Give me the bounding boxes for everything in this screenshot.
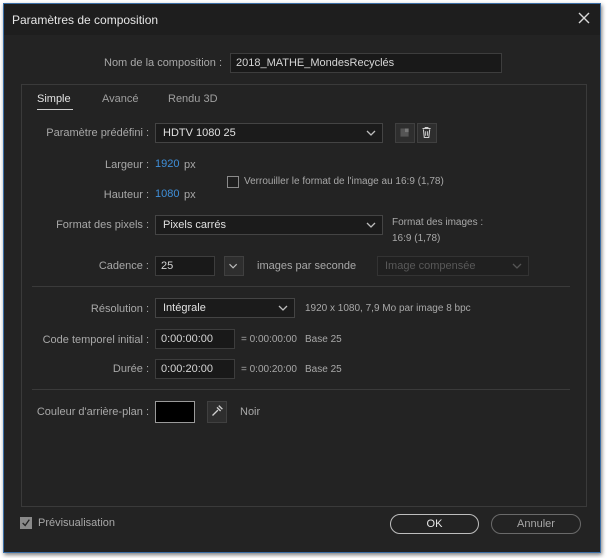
lock-aspect-checkbox[interactable] bbox=[227, 176, 239, 188]
close-icon[interactable] bbox=[576, 10, 592, 26]
delete-preset-button[interactable] bbox=[417, 123, 437, 143]
resolution-value: Intégrale bbox=[163, 302, 206, 314]
chevron-down-icon bbox=[366, 130, 376, 136]
trash-icon bbox=[422, 127, 431, 139]
composition-name-label: Nom de la composition : bbox=[104, 57, 222, 69]
resolution-info: 1920 x 1080, 7,9 Mo par image 8 bpc bbox=[305, 303, 471, 314]
pixel-format-dropdown[interactable]: Pixels carrés bbox=[155, 215, 383, 235]
save-preset-icon bbox=[400, 128, 409, 137]
eyedropper-icon bbox=[212, 405, 223, 416]
active-tab-indicator bbox=[37, 109, 73, 110]
dialog-title: Paramètres de composition bbox=[12, 13, 159, 27]
chevron-down-icon bbox=[512, 263, 522, 269]
frame-rate-input[interactable]: 25 bbox=[155, 256, 215, 276]
ok-button[interactable]: OK bbox=[390, 514, 479, 534]
preview-checkbox[interactable] bbox=[20, 517, 32, 529]
lock-aspect-label: Verrouiller le format de l'image au 16:9… bbox=[244, 176, 444, 187]
height-label: Hauteur : bbox=[103, 189, 149, 201]
settings-panel: Simple Avancé Rendu 3D Paramètre prédéfi… bbox=[21, 84, 587, 507]
width-label: Largeur : bbox=[104, 159, 149, 171]
frame-rate-menu-button[interactable] bbox=[224, 256, 244, 276]
resolution-label: Résolution : bbox=[90, 303, 149, 315]
tab-advanced[interactable]: Avancé bbox=[102, 93, 139, 105]
tab-3d-renderer[interactable]: Rendu 3D bbox=[168, 93, 218, 105]
frame-rate-label: Cadence : bbox=[98, 260, 149, 272]
start-timecode-input[interactable]: 0:00:00:00 bbox=[155, 329, 235, 349]
frame-format-label: Format des images : bbox=[392, 217, 484, 228]
cancel-button[interactable]: Annuler bbox=[491, 514, 581, 534]
divider bbox=[32, 389, 570, 390]
duration-equals: = 0:00:20:00 bbox=[241, 364, 297, 375]
composition-name-input[interactable]: 2018_MATHE_MondesRecyclés bbox=[230, 53, 502, 73]
resolution-dropdown[interactable]: Intégrale bbox=[155, 298, 295, 318]
composition-settings-dialog: Paramètres de composition Nom de la comp… bbox=[3, 3, 601, 553]
frame-blend-value: Image compensée bbox=[385, 260, 476, 272]
pixel-format-value: Pixels carrés bbox=[163, 219, 226, 231]
checkmark-icon bbox=[22, 519, 30, 527]
duration-base: Base 25 bbox=[305, 364, 342, 375]
preset-label: Paramètre prédéfini : bbox=[46, 127, 149, 139]
height-unit: px bbox=[184, 189, 196, 201]
duration-label: Durée : bbox=[112, 363, 149, 375]
start-timecode-equals: = 0:00:00:00 bbox=[241, 334, 297, 345]
preset-dropdown[interactable]: HDTV 1080 25 bbox=[155, 123, 383, 143]
eyedropper-button[interactable] bbox=[207, 401, 227, 423]
tab-simple[interactable]: Simple bbox=[37, 93, 71, 105]
duration-input[interactable]: 0:00:20:00 bbox=[155, 359, 235, 379]
start-timecode-label: Code temporel initial : bbox=[42, 334, 149, 346]
chevron-down-icon bbox=[366, 222, 376, 228]
height-value[interactable]: 1080 bbox=[155, 188, 179, 200]
width-value[interactable]: 1920 bbox=[155, 158, 179, 170]
title-bar: Paramètres de composition bbox=[4, 4, 600, 35]
background-color-swatch[interactable] bbox=[155, 401, 195, 423]
frame-format-value: 16:9 (1,78) bbox=[392, 233, 441, 244]
background-color-name: Noir bbox=[240, 406, 261, 418]
preview-label: Prévisualisation bbox=[38, 517, 116, 529]
start-timecode-base: Base 25 bbox=[305, 334, 342, 345]
width-unit: px bbox=[184, 159, 196, 171]
chevron-down-icon bbox=[278, 305, 288, 311]
save-preset-button[interactable] bbox=[395, 123, 415, 143]
frame-blend-dropdown: Image compensée bbox=[377, 256, 529, 276]
background-color-label: Couleur d'arrière-plan : bbox=[36, 406, 149, 418]
pixel-format-label: Format des pixels : bbox=[56, 219, 149, 231]
chevron-down-icon bbox=[229, 263, 238, 269]
frame-rate-unit: images par seconde bbox=[257, 260, 357, 272]
preset-value: HDTV 1080 25 bbox=[163, 127, 236, 139]
divider bbox=[32, 286, 570, 287]
